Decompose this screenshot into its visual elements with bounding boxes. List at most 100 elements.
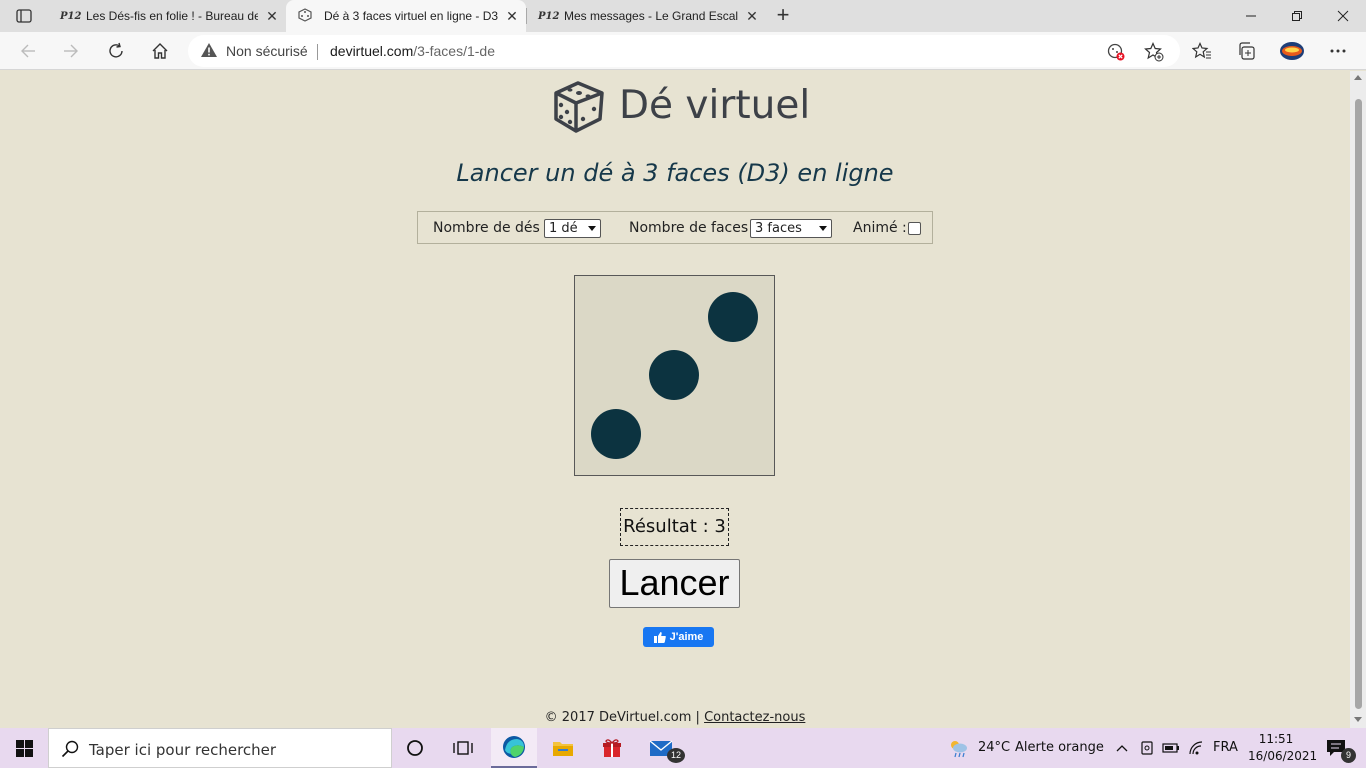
meet-now-button[interactable] bbox=[1136, 728, 1158, 768]
tracking-prevention-icon[interactable] bbox=[1106, 42, 1126, 62]
dice-count-select[interactable]: 1 dé bbox=[544, 219, 601, 238]
chevron-down-icon bbox=[819, 226, 827, 231]
profile-button[interactable] bbox=[1277, 37, 1307, 65]
refresh-icon bbox=[109, 42, 123, 58]
back-button[interactable] bbox=[13, 37, 43, 65]
die-pip bbox=[649, 350, 699, 400]
notification-badge: 9 bbox=[1341, 748, 1356, 763]
site-title[interactable]: Dé virtuel bbox=[619, 83, 810, 128]
notifications-button[interactable]: 9 bbox=[1316, 728, 1356, 768]
windows-taskbar: Taper ici pour rechercher 12 24°C Alerte… bbox=[0, 728, 1366, 768]
page-scrollbar[interactable] bbox=[1350, 71, 1366, 728]
result-display: Résultat : 3 bbox=[620, 508, 729, 546]
task-view-icon bbox=[453, 741, 473, 755]
back-arrow-icon bbox=[21, 44, 35, 58]
new-tab-button[interactable]: + bbox=[770, 4, 796, 28]
home-button[interactable] bbox=[145, 37, 175, 65]
more-options-icon bbox=[1330, 49, 1346, 53]
add-favorite-icon[interactable] bbox=[1144, 42, 1164, 62]
favorites-button[interactable] bbox=[1187, 37, 1217, 65]
weather-rain-icon bbox=[951, 741, 967, 758]
p12-favicon-icon: P12 bbox=[60, 10, 82, 22]
restore-icon bbox=[1292, 11, 1302, 21]
close-window-button[interactable] bbox=[1320, 0, 1366, 32]
tab-title: Les Dés-fis en folie ! - Bureau de bbox=[86, 9, 258, 23]
taskbar-clock[interactable]: 11:51 16/06/2021 bbox=[1248, 731, 1317, 765]
settings-menu-button[interactable] bbox=[1323, 37, 1353, 65]
tab-close-icon[interactable]: ✕ bbox=[738, 8, 766, 25]
tab-actions-button[interactable] bbox=[10, 4, 38, 28]
weather-button[interactable] bbox=[944, 728, 972, 768]
scrollbar-thumb[interactable] bbox=[1355, 99, 1362, 709]
minimize-button[interactable] bbox=[1228, 0, 1274, 32]
start-button[interactable] bbox=[0, 728, 48, 768]
network-button[interactable] bbox=[1185, 728, 1207, 768]
device-icon bbox=[1141, 741, 1153, 755]
animated-checkbox[interactable] bbox=[908, 222, 921, 235]
tab-messages[interactable]: P12 Mes messages - Le Grand Escalie ✕ bbox=[526, 0, 766, 32]
browser-toolbar: Non sécurisé devirtuel.com/3-faces/1-de bbox=[0, 32, 1366, 70]
dice-logo-icon bbox=[554, 81, 604, 133]
tab-close-icon[interactable]: ✕ bbox=[258, 8, 286, 25]
browser-tab-strip: P12 Les Dés-fis en folie ! - Bureau de ✕… bbox=[0, 0, 1366, 32]
faces-select[interactable]: 3 faces bbox=[750, 219, 832, 238]
gift-icon bbox=[603, 739, 621, 757]
taskbar-search-input[interactable]: Taper ici pour rechercher bbox=[48, 728, 392, 768]
file-explorer-button[interactable] bbox=[540, 728, 586, 768]
battery-icon bbox=[1162, 743, 1179, 753]
thumbs-up-icon bbox=[653, 631, 666, 643]
collections-button[interactable] bbox=[1231, 37, 1261, 65]
dice-count-value: 1 dé bbox=[549, 221, 578, 236]
cortana-button[interactable] bbox=[392, 728, 438, 768]
tab-title: Mes messages - Le Grand Escalie bbox=[564, 9, 738, 23]
contact-link[interactable]: Contactez-nous bbox=[704, 710, 805, 725]
p12-favicon-icon: P12 bbox=[538, 10, 560, 22]
refresh-button[interactable] bbox=[101, 37, 131, 65]
animated-label: Animé : bbox=[853, 220, 907, 236]
die-pip bbox=[708, 292, 758, 342]
faces-label: Nombre de faces : bbox=[629, 220, 758, 236]
url-domain: devirtuel.com bbox=[330, 43, 414, 59]
url-text[interactable]: devirtuel.com/3-faces/1-de bbox=[330, 43, 495, 59]
folder-icon bbox=[553, 742, 573, 756]
footer-copyright: © 2017 DeVirtuel.com | bbox=[544, 710, 700, 725]
url-path: /3-faces/1-de bbox=[413, 43, 495, 59]
scroll-up-icon[interactable] bbox=[1354, 75, 1362, 80]
weather-temperature[interactable]: 24°C bbox=[978, 740, 1010, 755]
gift-app-button[interactable] bbox=[589, 728, 635, 768]
tab-de-virtuel[interactable]: Dé à 3 faces virtuel en ligne - D3 ✕ bbox=[286, 0, 526, 32]
forward-button[interactable] bbox=[56, 37, 86, 65]
weather-alert[interactable]: Alerte orange bbox=[1015, 740, 1104, 755]
roll-button[interactable]: Lancer bbox=[609, 559, 740, 608]
facebook-like-button[interactable]: J'aime bbox=[643, 627, 714, 647]
edge-taskbar-button[interactable] bbox=[491, 728, 537, 768]
tab-close-icon[interactable]: ✕ bbox=[498, 8, 526, 25]
search-placeholder: Taper ici pour rechercher bbox=[89, 741, 277, 759]
battery-button[interactable] bbox=[1160, 728, 1182, 768]
tab-title: Dé à 3 faces virtuel en ligne - D3 bbox=[324, 9, 498, 23]
faces-value: 3 faces bbox=[755, 221, 802, 236]
warning-icon[interactable] bbox=[200, 42, 218, 63]
task-view-button[interactable] bbox=[440, 728, 486, 768]
security-label[interactable]: Non sécurisé bbox=[226, 43, 308, 59]
cortana-circle-icon bbox=[407, 740, 423, 756]
like-label: J'aime bbox=[669, 631, 704, 643]
minimize-icon bbox=[1246, 15, 1256, 17]
mail-button[interactable]: 12 bbox=[638, 728, 685, 768]
show-hidden-icons-button[interactable] bbox=[1111, 728, 1133, 768]
chevron-down-icon bbox=[588, 226, 596, 231]
avatar bbox=[1280, 42, 1304, 60]
favorites-icon bbox=[1192, 42, 1211, 59]
tab-des-fis[interactable]: P12 Les Dés-fis en folie ! - Bureau de ✕ bbox=[48, 0, 286, 32]
scroll-down-icon[interactable] bbox=[1354, 717, 1362, 722]
address-bar[interactable]: Non sécurisé devirtuel.com/3-faces/1-de bbox=[188, 35, 1180, 67]
restore-button[interactable] bbox=[1274, 0, 1320, 32]
collections-icon bbox=[1239, 42, 1255, 60]
windows-logo-icon bbox=[15, 739, 33, 757]
mail-badge: 12 bbox=[667, 748, 685, 763]
dice-favicon-icon bbox=[298, 7, 316, 25]
die-pip bbox=[591, 409, 641, 459]
language-indicator[interactable]: FRA bbox=[1213, 740, 1238, 755]
close-icon bbox=[1337, 10, 1349, 22]
wifi-icon bbox=[1189, 741, 1203, 755]
